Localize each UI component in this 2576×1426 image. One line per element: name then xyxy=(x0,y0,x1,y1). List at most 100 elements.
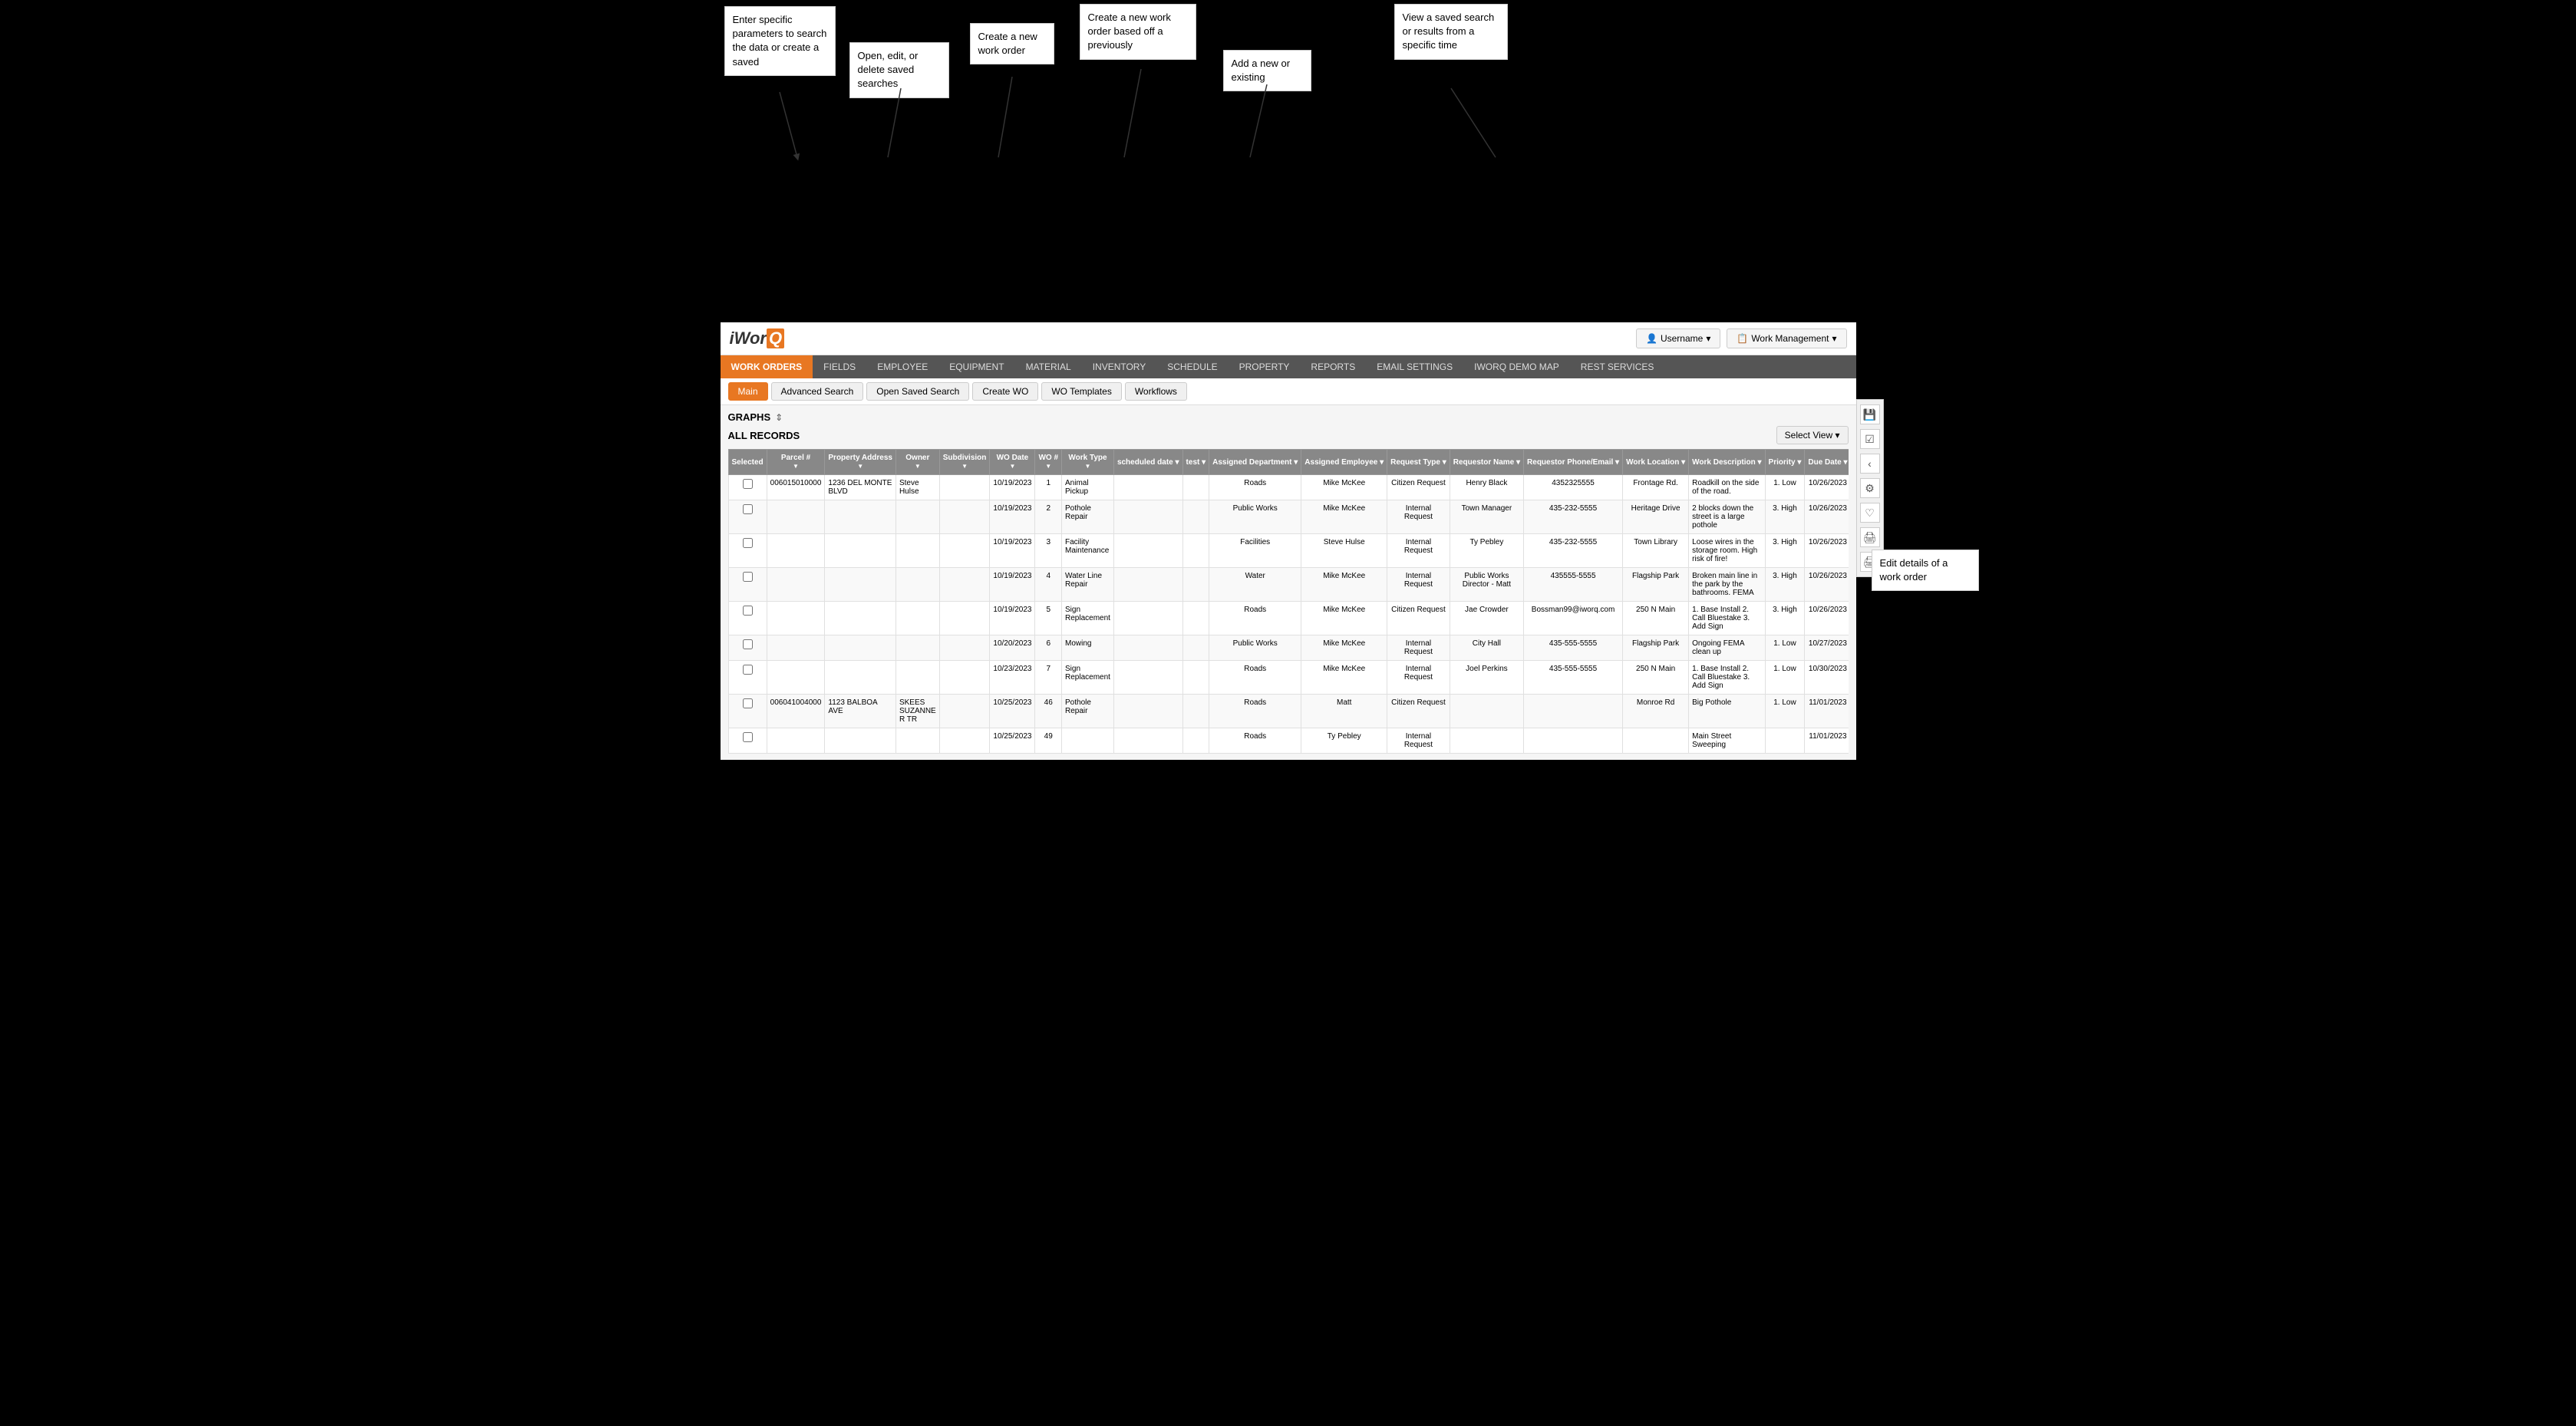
cell-checkbox[interactable] xyxy=(728,534,767,568)
col-employee[interactable]: Assigned Employee ▾ xyxy=(1301,450,1387,475)
nav-reports[interactable]: REPORTS xyxy=(1300,355,1366,378)
col-sched-date[interactable]: scheduled date ▾ xyxy=(1113,450,1182,475)
select-view-button[interactable]: Select View ▾ xyxy=(1776,426,1849,444)
nav-email-settings[interactable]: EMAIL SETTINGS xyxy=(1366,355,1463,378)
col-due-date[interactable]: Due Date ▾ xyxy=(1805,450,1849,475)
col-req-name[interactable]: Requestor Name ▾ xyxy=(1450,450,1523,475)
nav-material[interactable]: MATERIAL xyxy=(1015,355,1082,378)
subnav-create-wo[interactable]: Create WO xyxy=(972,382,1038,401)
sidebar-save-icon[interactable]: 💾 xyxy=(1860,404,1880,424)
col-work-type: Work Type▼ xyxy=(1062,450,1114,475)
cell-checkbox[interactable] xyxy=(728,568,767,602)
cell-dept: Facilities xyxy=(1209,534,1301,568)
col-priority[interactable]: Priority ▾ xyxy=(1765,450,1805,475)
col-test[interactable]: test ▾ xyxy=(1182,450,1209,475)
cell-checkbox[interactable] xyxy=(728,695,767,728)
cell-test xyxy=(1182,500,1209,534)
nav-rest-services[interactable]: REST SERVICES xyxy=(1570,355,1665,378)
graphs-toggle-icon[interactable]: ⇕ xyxy=(775,412,783,423)
nav-inventory[interactable]: INVENTORY xyxy=(1082,355,1157,378)
col-dept[interactable]: Assigned Department ▾ xyxy=(1209,450,1301,475)
cell-subdivision xyxy=(939,500,990,534)
table-row: 10/19/20232Pothole RepairPublic WorksMik… xyxy=(728,500,1849,534)
sidebar-print-icon[interactable]: 🖨 xyxy=(1860,527,1880,547)
cell-priority: 3. High xyxy=(1765,568,1805,602)
nav-iworq-demo-map[interactable]: IWORQ DEMO MAP xyxy=(1463,355,1570,378)
cell-subdivision xyxy=(939,728,990,754)
cell-priority: 1. Low xyxy=(1765,475,1805,500)
cell-due-date: 11/01/2023 xyxy=(1805,728,1849,754)
cell-checkbox[interactable] xyxy=(728,475,767,500)
nav-fields[interactable]: FIELDS xyxy=(813,355,866,378)
cell-dept: Public Works xyxy=(1209,635,1301,661)
cell-address xyxy=(825,635,896,661)
table-row: 10/23/20237Sign ReplacementRoadsMike McK… xyxy=(728,661,1849,695)
nav-employee[interactable]: EMPLOYEE xyxy=(866,355,938,378)
cell-req-type: Internal Request xyxy=(1387,635,1450,661)
cell-address: 1236 DEL MONTE BLVD xyxy=(825,475,896,500)
cell-sched-date xyxy=(1113,635,1182,661)
cell-work-type: Sign Replacement xyxy=(1062,602,1114,635)
work-management-button[interactable]: 📋 Work Management ▾ xyxy=(1727,328,1846,348)
cell-checkbox[interactable] xyxy=(728,661,767,695)
subnav-open-saved-search[interactable]: Open Saved Search xyxy=(866,382,969,401)
table-row: 10/19/20233Facility MaintenanceFacilitie… xyxy=(728,534,1849,568)
tooltip-4: Create a new work order based off a prev… xyxy=(1080,4,1196,60)
col-work-desc[interactable]: Work Description ▾ xyxy=(1689,450,1765,475)
cell-wo-num: 2 xyxy=(1035,500,1062,534)
sidebar-gear-icon[interactable]: ⚙ xyxy=(1860,478,1880,498)
cell-address xyxy=(825,534,896,568)
cell-test xyxy=(1182,635,1209,661)
cell-priority: 3. High xyxy=(1765,500,1805,534)
cell-wo-num: 46 xyxy=(1035,695,1062,728)
cell-req-name: Jae Crowder xyxy=(1450,602,1523,635)
app-header: iWorQ 👤 Username ▾ 📋 Work Management ▾ xyxy=(721,322,1856,355)
cell-employee: Mike McKee xyxy=(1301,568,1387,602)
sidebar-collapse-icon[interactable]: ‹ xyxy=(1860,454,1880,474)
cell-address: 1123 BALBOA AVE xyxy=(825,695,896,728)
cell-parcel xyxy=(767,500,825,534)
cell-owner: Steve Hulse xyxy=(895,475,939,500)
cell-subdivision xyxy=(939,568,990,602)
cell-work-type: Mowing xyxy=(1062,635,1114,661)
nav-equipment[interactable]: EQUIPMENT xyxy=(938,355,1014,378)
cell-dept: Roads xyxy=(1209,602,1301,635)
sidebar-print2-icon[interactable]: 🖨 xyxy=(1860,552,1880,572)
cell-wo-date: 10/19/2023 xyxy=(990,534,1035,568)
subnav-wo-templates[interactable]: WO Templates xyxy=(1041,382,1121,401)
cell-priority: 1. Low xyxy=(1765,695,1805,728)
col-parcel: Parcel #▼ xyxy=(767,450,825,475)
username-button[interactable]: 👤 Username ▾ xyxy=(1636,328,1720,348)
cell-work-loc: Heritage Drive xyxy=(1623,500,1689,534)
subnav-workflows[interactable]: Workflows xyxy=(1125,382,1187,401)
subnav-advanced-search[interactable]: Advanced Search xyxy=(771,382,864,401)
nav-schedule[interactable]: SCHEDULE xyxy=(1156,355,1228,378)
cell-due-date: 10/26/2023 xyxy=(1805,534,1849,568)
nav-work-orders[interactable]: WORK ORDERS xyxy=(721,355,813,378)
cell-subdivision xyxy=(939,602,990,635)
col-req-type[interactable]: Request Type ▾ xyxy=(1387,450,1450,475)
cell-req-name: Public Works Director - Matt xyxy=(1450,568,1523,602)
cell-work-type xyxy=(1062,728,1114,754)
cell-owner: SKEES SUZANNE R TR xyxy=(895,695,939,728)
cell-checkbox[interactable] xyxy=(728,635,767,661)
cell-checkbox[interactable] xyxy=(728,500,767,534)
col-work-loc[interactable]: Work Location ▾ xyxy=(1623,450,1689,475)
cell-req-phone: 435-555-5555 xyxy=(1524,661,1623,695)
content-area: GRAPHS ⇕ ALL RECORDS Select View ▾ Selec… xyxy=(721,405,1856,760)
cell-employee: Mike McKee xyxy=(1301,475,1387,500)
cell-work-loc: 250 N Main xyxy=(1623,661,1689,695)
col-req-phone[interactable]: Requestor Phone/Email ▾ xyxy=(1524,450,1623,475)
nav-property[interactable]: PROPERTY xyxy=(1229,355,1301,378)
cell-checkbox[interactable] xyxy=(728,728,767,754)
cell-test xyxy=(1182,534,1209,568)
sidebar-heart-icon[interactable]: ♡ xyxy=(1860,503,1880,523)
cell-checkbox[interactable] xyxy=(728,602,767,635)
main-navigation: WORK ORDERS FIELDS EMPLOYEE EQUIPMENT MA… xyxy=(721,355,1856,378)
cell-subdivision xyxy=(939,534,990,568)
sidebar-check-icon[interactable]: ☑ xyxy=(1860,429,1880,449)
annotation-arrows xyxy=(721,0,1856,161)
cell-address xyxy=(825,602,896,635)
subnav-main[interactable]: Main xyxy=(728,382,768,401)
cell-subdivision xyxy=(939,695,990,728)
